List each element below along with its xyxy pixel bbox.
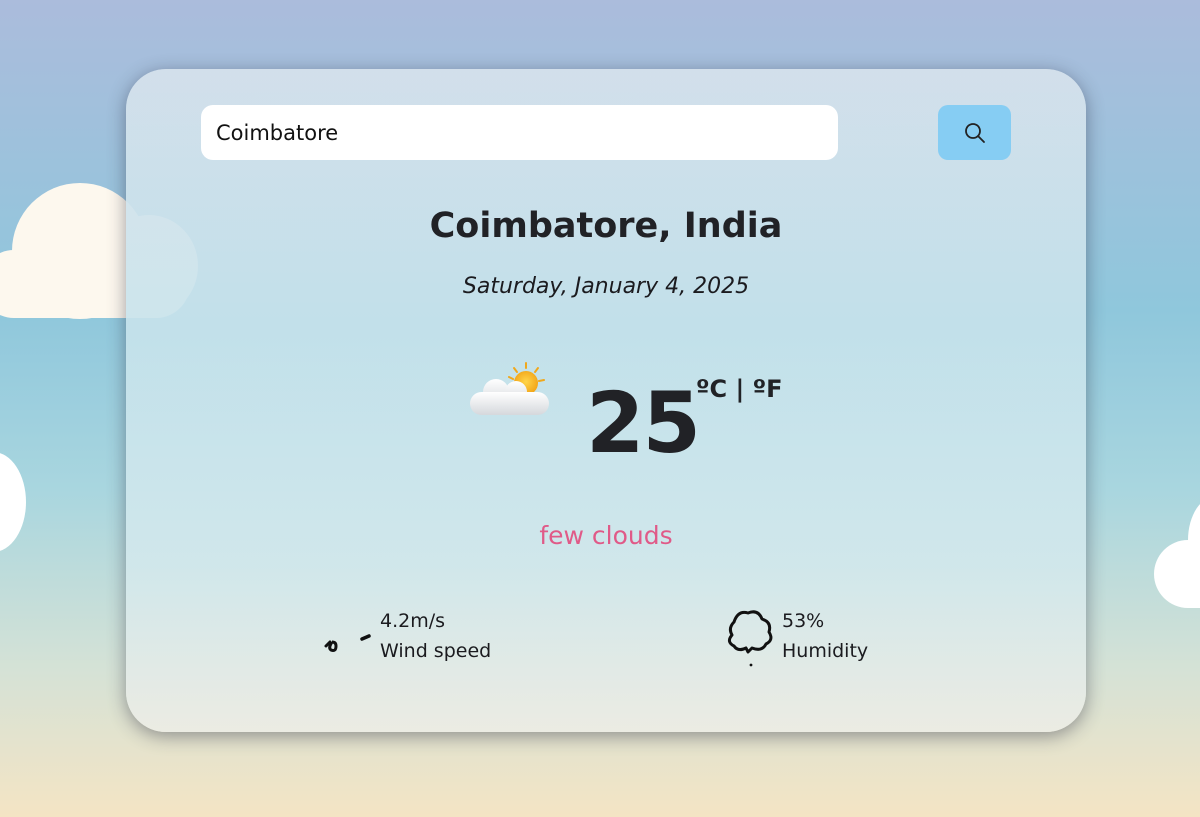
humidity-label: Humidity: [782, 640, 869, 662]
celsius-toggle[interactable]: ºC: [696, 375, 727, 403]
unit-separator: |: [727, 375, 753, 403]
wind-speed-label: Wind speed: [380, 640, 492, 662]
wind-icon: [324, 634, 371, 652]
temperature-value: 25: [586, 374, 701, 472]
search-button[interactable]: [938, 105, 1011, 160]
city-title: Coimbatore, India: [429, 206, 783, 246]
humidity-icon: [727, 610, 773, 667]
background-cloud: [1154, 540, 1200, 608]
humidity-stat: 53% Humidity: [724, 606, 868, 668]
background-cloud: [0, 452, 26, 552]
unit-toggle: ºC | ºF: [696, 375, 783, 403]
weather-description: few clouds: [539, 521, 673, 550]
search-input[interactable]: [201, 105, 838, 160]
partly-cloudy-icon: [470, 362, 549, 415]
weather-card: Coimbatore, India Saturday, January 4, 2…: [126, 69, 1086, 732]
wind-speed-value: 4.2m/s: [380, 610, 446, 632]
search-icon: [964, 122, 985, 143]
humidity-value: 53%: [782, 610, 825, 632]
date-text: Saturday, January 4, 2025: [462, 274, 750, 299]
fahrenheit-toggle[interactable]: ºF: [753, 375, 783, 403]
wind-stat: 4.2m/s Wind speed: [322, 606, 491, 668]
